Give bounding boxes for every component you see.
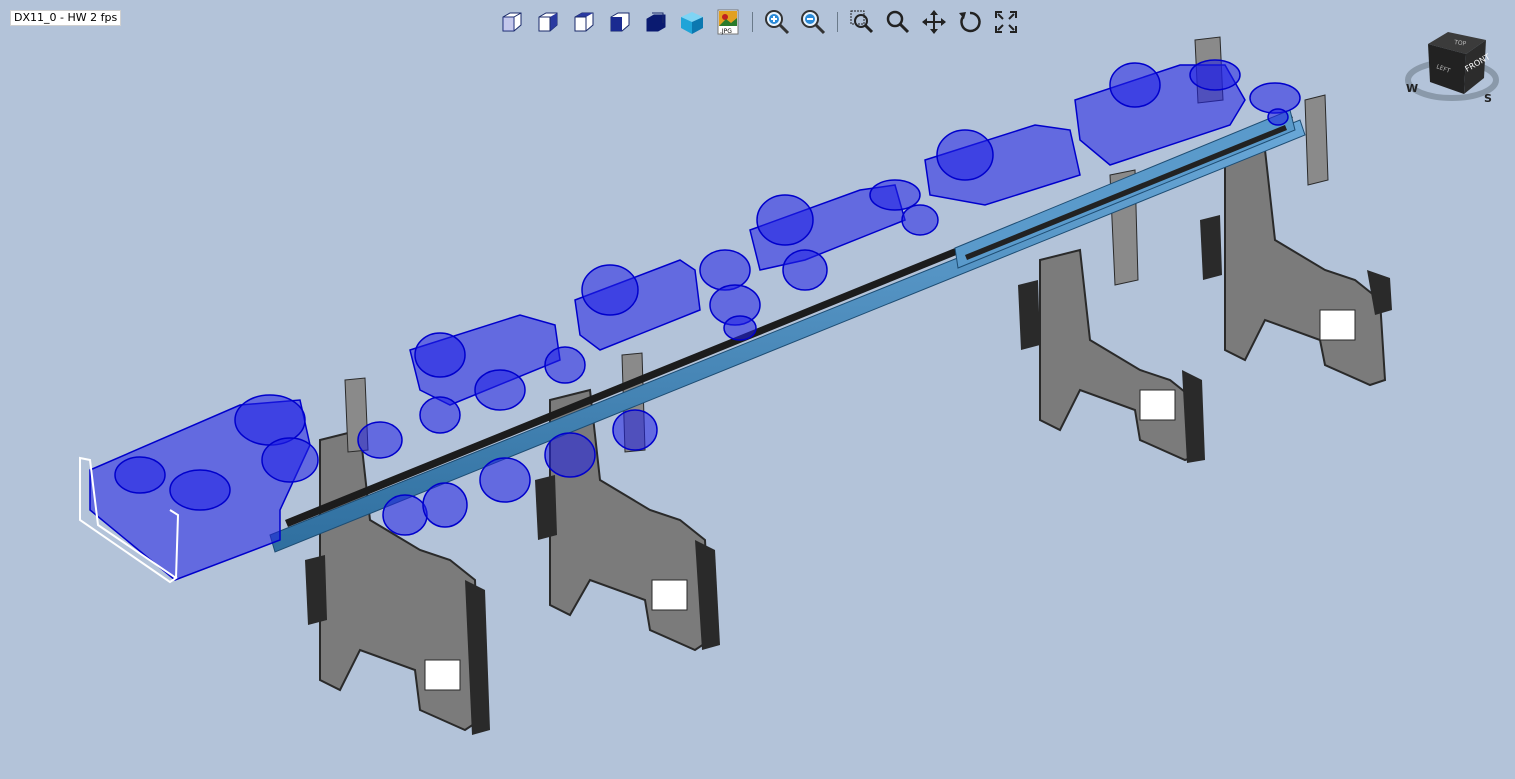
svg-text:.JPG: .JPG bbox=[720, 28, 732, 35]
view-cube-solid-button[interactable] bbox=[605, 7, 635, 37]
toolbar-divider bbox=[752, 12, 753, 32]
view-cube-1-icon bbox=[502, 12, 522, 32]
3d-viewport[interactable]: DX11_0 - HW 2 fps .JPG TOP LEFT FRONT W … bbox=[0, 0, 1515, 779]
pan-button[interactable] bbox=[919, 7, 949, 37]
fit-all-button[interactable] bbox=[991, 7, 1021, 37]
view-cube-2-icon bbox=[538, 12, 558, 32]
export-jpg-button[interactable]: .JPG bbox=[713, 7, 743, 37]
view-cube-dark-icon bbox=[646, 12, 666, 32]
view-cube-2-button[interactable] bbox=[533, 7, 563, 37]
rotate-button[interactable] bbox=[955, 7, 985, 37]
zoom-in-button[interactable] bbox=[762, 7, 792, 37]
fit-all-icon bbox=[995, 11, 1017, 33]
rotate-icon bbox=[959, 11, 981, 33]
render-status: DX11_0 - HW 2 fps bbox=[10, 10, 122, 26]
zoom-button[interactable] bbox=[883, 7, 913, 37]
view-cube-3-icon bbox=[574, 12, 594, 32]
zoom-out-icon bbox=[801, 10, 826, 35]
export-jpg-icon: .JPG bbox=[717, 9, 739, 35]
zoom-in-icon bbox=[765, 10, 790, 35]
view-cube-shaded-button[interactable] bbox=[677, 7, 707, 37]
zoom-icon bbox=[886, 10, 910, 34]
zoom-out-button[interactable] bbox=[798, 7, 828, 37]
view-cube-shaded-icon bbox=[681, 12, 703, 34]
view-cube-solid-icon bbox=[610, 12, 630, 32]
view-cube-3-button[interactable] bbox=[569, 7, 599, 37]
compass-west-label: W bbox=[1406, 82, 1418, 95]
toolbar-divider bbox=[837, 12, 838, 32]
view-toolbar: .JPG bbox=[494, 6, 1024, 38]
pan-icon bbox=[922, 10, 946, 34]
main-rail[interactable] bbox=[269, 109, 1306, 553]
view-cube-1-button[interactable] bbox=[497, 7, 527, 37]
carriage[interactable] bbox=[574, 249, 761, 351]
zoom-window-icon bbox=[850, 10, 874, 34]
compass-south-label: S bbox=[1484, 92, 1492, 105]
carriage[interactable] bbox=[924, 124, 1081, 206]
model-scene[interactable] bbox=[0, 0, 1515, 779]
view-cube-dark-button[interactable] bbox=[641, 7, 671, 37]
navigation-cube[interactable]: TOP LEFT FRONT W S bbox=[1400, 22, 1505, 112]
zoom-window-button[interactable] bbox=[847, 7, 877, 37]
